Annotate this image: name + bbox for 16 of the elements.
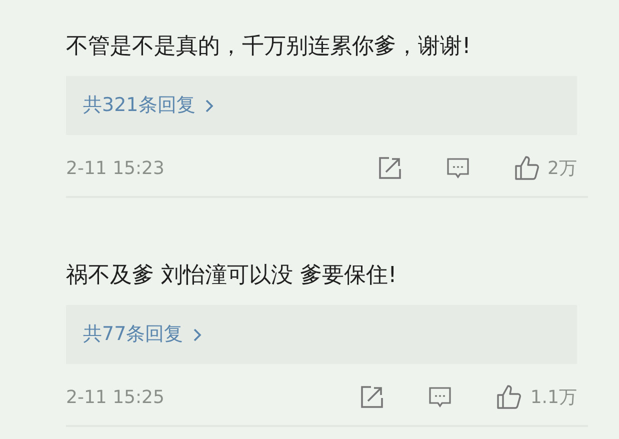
like-button[interactable]: 1.1万 <box>496 384 577 410</box>
share-icon[interactable] <box>378 156 402 180</box>
replies-link[interactable]: 共77条回复 <box>66 305 577 364</box>
like-button[interactable]: 2万 <box>514 154 577 182</box>
chevron-icon <box>193 328 202 342</box>
replies-link[interactable]: 共321条回复 <box>66 76 577 135</box>
comment-text: 祸不及爹 刘怡潼可以没 爹要保住! <box>66 262 398 290</box>
share-icon[interactable] <box>360 385 384 409</box>
timestamp: 2-11 15:23 <box>66 156 164 180</box>
timestamp: 2-11 15:25 <box>66 386 164 410</box>
chevron-icon <box>205 98 214 112</box>
comment-text: 不管是不是真的，千万别连累你爹，谢谢! <box>66 33 472 61</box>
thumbs-up-icon <box>514 155 540 181</box>
thumbs-up-icon <box>496 384 522 410</box>
comment-icon[interactable] <box>428 385 452 409</box>
comment-icon[interactable] <box>446 156 470 180</box>
